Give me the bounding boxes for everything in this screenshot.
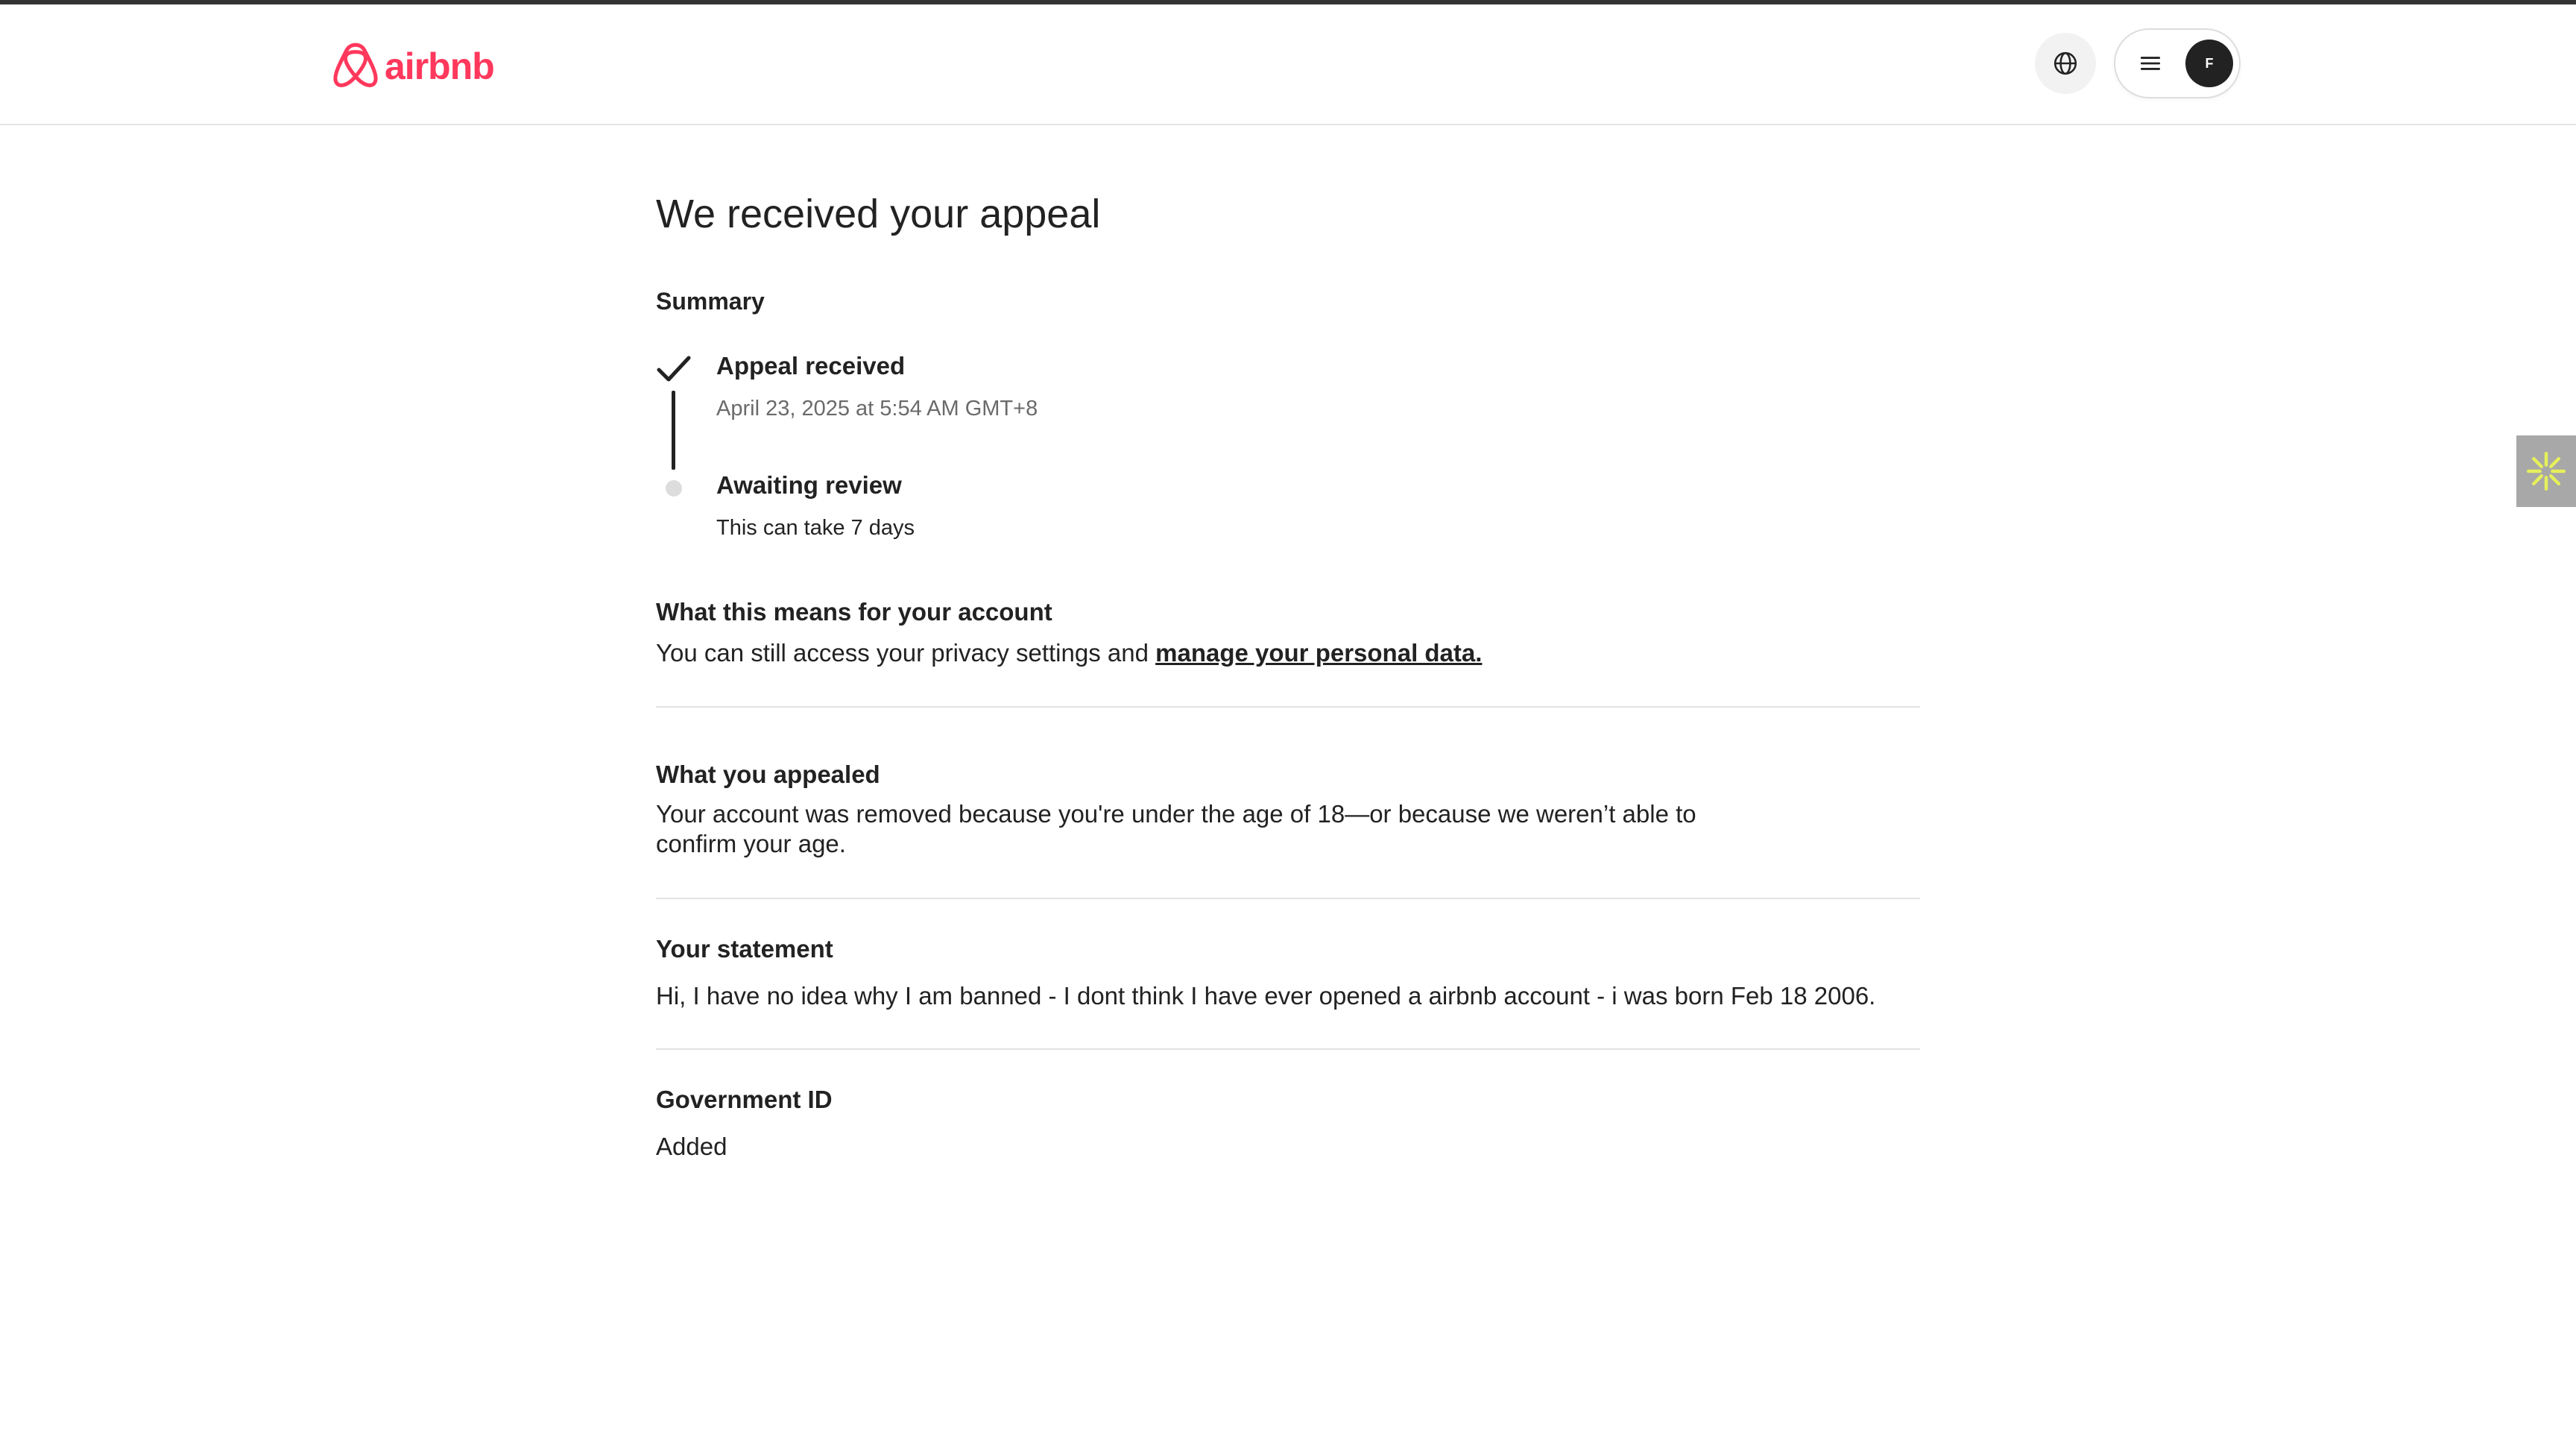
- manage-personal-data-link[interactable]: manage your personal data.: [1155, 639, 1482, 667]
- appealed-section-body: Your account was removed because you're …: [656, 800, 1696, 857]
- section-divider: [656, 1048, 1920, 1050]
- timeline-connector: [672, 391, 675, 470]
- account-section-text: You can still access your privacy settin…: [656, 639, 1156, 667]
- avatar: F: [2185, 40, 2233, 87]
- hamburger-menu-icon: [2138, 51, 2163, 76]
- checkmark-icon: [656, 353, 692, 386]
- language-button[interactable]: [2035, 33, 2096, 94]
- assistant-side-tab[interactable]: [2516, 435, 2576, 507]
- timeline-step-subtitle: This can take 7 days: [716, 516, 915, 540]
- summary-heading: Summary: [656, 288, 765, 315]
- account-section-body: You can still access your privacy settin…: [656, 638, 1482, 668]
- airbnb-belo-icon: [333, 42, 378, 87]
- timeline-step-title: Appeal received: [716, 352, 906, 380]
- section-divider: [656, 706, 1920, 708]
- globe-icon: [2053, 51, 2077, 75]
- timeline-step-title: Awaiting review: [716, 471, 902, 499]
- account-section-title: What this means for your account: [656, 598, 1052, 626]
- airbnb-wordmark: airbnb: [385, 45, 495, 87]
- asterisk-sparkle-icon: [2526, 451, 2566, 491]
- page-title: We received your appeal: [656, 192, 1101, 236]
- government-id-section-title: Government ID: [656, 1086, 833, 1113]
- user-menu-button[interactable]: F: [2114, 28, 2241, 98]
- section-divider: [656, 898, 1920, 899]
- timeline-step-timestamp: April 23, 2025 at 5:54 AM GMT+8: [716, 397, 1038, 421]
- site-header: airbnb F: [0, 4, 2576, 125]
- airbnb-logo[interactable]: airbnb: [332, 40, 495, 92]
- appealed-section-title: What you appealed: [656, 761, 880, 788]
- timeline-pending-dot: [666, 480, 682, 497]
- statement-section-title: Your statement: [656, 935, 833, 963]
- statement-section-body: Hi, I have no idea why I am banned - I d…: [656, 982, 1876, 1010]
- government-id-status: Added: [656, 1133, 727, 1160]
